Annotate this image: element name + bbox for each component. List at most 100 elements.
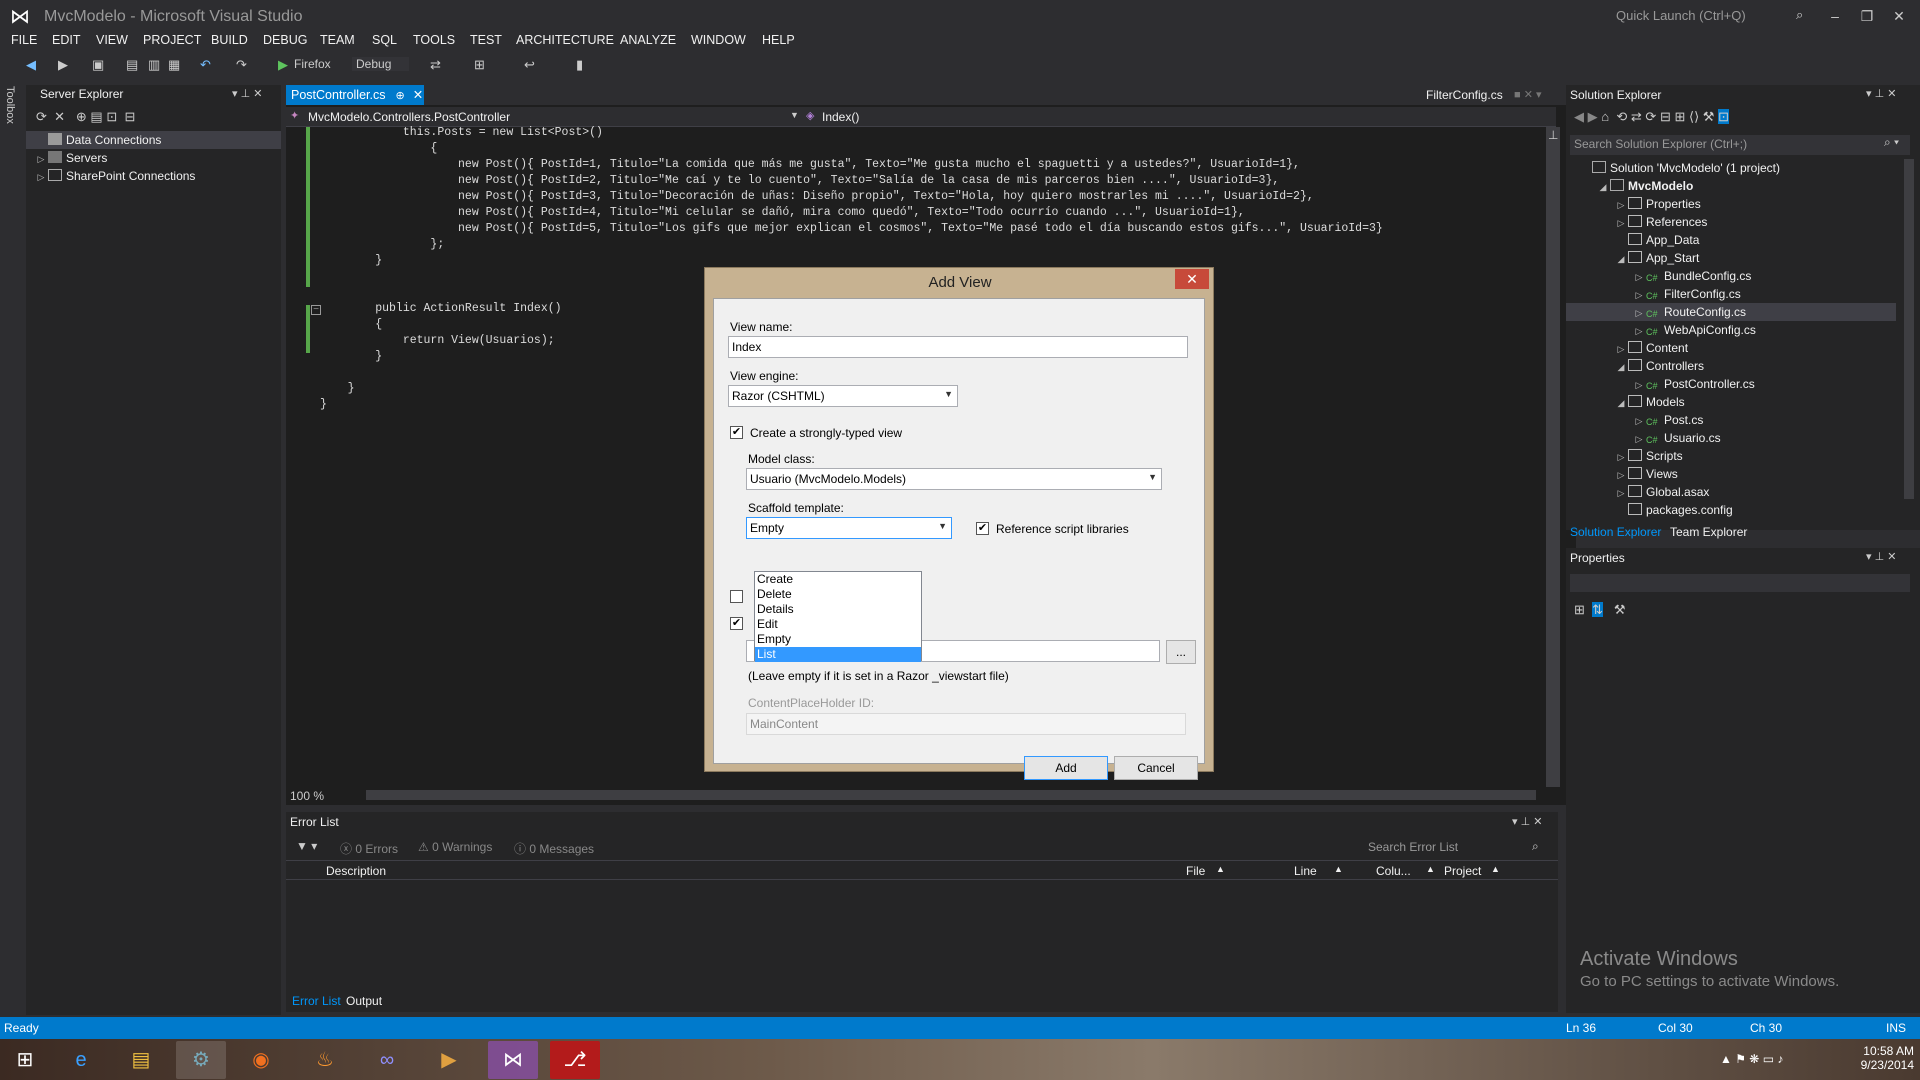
tab-postcontroller[interactable]: PostController.cs ⊕ ✕ bbox=[286, 85, 424, 105]
collapse-all-icon[interactable]: ⊟ bbox=[1660, 109, 1671, 124]
search-solution-explorer-input[interactable]: Search Solution Explorer (Ctrl+;) bbox=[1570, 135, 1910, 155]
back-icon[interactable]: ◀ bbox=[26, 57, 36, 73]
solution-tree-item[interactable]: Solution 'MvcModelo' (1 project) bbox=[1566, 159, 1896, 177]
solution-tree-item[interactable]: ▷ Properties bbox=[1566, 195, 1896, 213]
panel-controls-icon[interactable]: ▾ ⊥ ✕ bbox=[1512, 815, 1542, 828]
column-file[interactable]: File bbox=[1186, 864, 1205, 878]
panel-controls-icon[interactable]: ▾ ⊥ ✕ bbox=[1866, 87, 1896, 100]
solution-tree-item[interactable]: ▷ C# BundleConfig.cs bbox=[1566, 267, 1896, 285]
messages-filter-button[interactable]: ⓘ 0 Messages bbox=[510, 838, 598, 856]
search-icon[interactable]: ⌕ ▾ bbox=[1884, 135, 1899, 150]
vertical-scrollbar[interactable] bbox=[1546, 127, 1560, 787]
minimize-button[interactable]: ‒ bbox=[1820, 4, 1850, 28]
home-icon[interactable]: ⌂ bbox=[1601, 109, 1609, 124]
filter-icon[interactable]: ▼ ▾ bbox=[296, 839, 317, 853]
close-tab-icon[interactable]: ✕ bbox=[413, 88, 423, 102]
find-icon[interactable]: ⊞ bbox=[474, 57, 485, 73]
back-icon[interactable]: ◀ bbox=[1574, 109, 1584, 124]
reference-scripts-checkbox[interactable]: ✔ bbox=[976, 522, 989, 535]
solution-tree-item[interactable]: ▷ C# Post.cs bbox=[1566, 411, 1896, 429]
code-line[interactable]: new Post(){ PostId=2, Titulo="Me caí y t… bbox=[320, 173, 1530, 189]
undo-icon[interactable]: ↶ bbox=[200, 57, 211, 73]
expand-arrow-icon[interactable]: ▷ bbox=[1614, 196, 1628, 214]
panel-controls-icon[interactable]: ▾ ⊥ ✕ bbox=[1866, 550, 1896, 563]
file-explorer-icon[interactable]: ▤ bbox=[116, 1041, 166, 1079]
scaffold-option-empty[interactable]: Empty bbox=[755, 632, 921, 647]
warnings-filter-button[interactable]: ⚠ 0 Warnings bbox=[414, 838, 496, 856]
menu-edit[interactable]: EDIT bbox=[52, 33, 80, 47]
menu-file[interactable]: FILE bbox=[11, 33, 37, 47]
zoom-level[interactable]: 100 % bbox=[290, 789, 324, 803]
code-line[interactable]: new Post(){ PostId=1, Titulo="La comida … bbox=[320, 157, 1530, 173]
expand-arrow-icon[interactable]: ▷ bbox=[1632, 286, 1646, 304]
solution-tree-item[interactable]: ▷ References bbox=[1566, 213, 1896, 231]
menu-analyze[interactable]: ANALYZE bbox=[620, 33, 676, 47]
code-line[interactable]: { bbox=[320, 141, 1530, 157]
media-player-icon[interactable]: ▶ bbox=[424, 1041, 474, 1079]
sync-icon[interactable]: ⇄ bbox=[1631, 109, 1642, 124]
search-icon[interactable]: ⌕ bbox=[1532, 839, 1539, 854]
property-pages-icon[interactable]: ⚒ bbox=[1614, 602, 1626, 617]
scaffold-option-edit[interactable]: Edit bbox=[755, 617, 921, 632]
placeholder-id-input[interactable]: MainContent bbox=[746, 713, 1186, 735]
start-debugging-icon[interactable]: ▶ bbox=[278, 57, 288, 73]
properties-icon[interactable]: ⊟ bbox=[124, 109, 135, 124]
forward-icon[interactable]: ▶ bbox=[58, 57, 68, 73]
expand-arrow-icon[interactable]: ▷ bbox=[1614, 214, 1628, 232]
redo-icon[interactable]: ↷ bbox=[236, 57, 247, 73]
split-icon[interactable]: ⊥ bbox=[1548, 128, 1558, 142]
clock[interactable]: 10:58 AM 9/23/2014 bbox=[1848, 1044, 1914, 1072]
type-dropdown[interactable]: MvcModelo.Controllers.PostController bbox=[308, 110, 510, 124]
cancel-button[interactable]: Cancel bbox=[1114, 756, 1198, 780]
menu-build[interactable]: BUILD bbox=[211, 33, 248, 47]
tab-filterconfig[interactable]: FilterConfig.cs bbox=[1426, 88, 1503, 102]
panel-pin-icon[interactable]: ▾ ⊥ ✕ bbox=[232, 87, 262, 100]
search-icon[interactable]: ⌕ bbox=[1796, 7, 1803, 23]
menu-team[interactable]: TEAM bbox=[320, 33, 355, 47]
expand-arrow-icon[interactable]: ◢ bbox=[1614, 250, 1628, 268]
refresh-icon[interactable]: ⟳ bbox=[36, 109, 47, 124]
solution-tree-item[interactable]: ▷ Global.asax bbox=[1566, 483, 1896, 501]
solution-tree-item[interactable]: ▷ Scripts bbox=[1566, 447, 1896, 465]
solution-tree-item[interactable]: ▷ C# FilterConfig.cs bbox=[1566, 285, 1896, 303]
code-line[interactable]: }; bbox=[320, 237, 1530, 253]
expand-arrow-icon[interactable]: ◢ bbox=[1596, 178, 1610, 196]
comment-icon[interactable]: ↩ bbox=[524, 57, 535, 73]
pending-changes-icon[interactable]: ⟲ bbox=[1616, 109, 1627, 124]
solution-scrollbar[interactable] bbox=[1904, 159, 1914, 499]
system-tray-icons[interactable]: ▲ ⚑ ❋ ▭ ♪ bbox=[1720, 1052, 1783, 1066]
tab-team-explorer[interactable]: Team Explorer bbox=[1670, 525, 1747, 539]
expand-arrow-icon[interactable]: ▷ bbox=[1614, 466, 1628, 484]
internet-explorer-icon[interactable]: e bbox=[56, 1041, 106, 1079]
new-project-icon[interactable]: ▣ bbox=[92, 57, 104, 73]
alphabetical-icon[interactable]: ⇅ bbox=[1592, 602, 1604, 617]
add-button[interactable]: Add bbox=[1024, 756, 1108, 780]
solution-tree-item[interactable]: packages.config bbox=[1566, 501, 1896, 519]
expand-arrow-icon[interactable]: ▷ bbox=[1632, 268, 1646, 286]
connect-database-icon[interactable]: ⊕ bbox=[76, 109, 87, 124]
menu-window[interactable]: WINDOW bbox=[691, 33, 746, 47]
menu-tools[interactable]: TOOLS bbox=[413, 33, 455, 47]
bookmark-icon[interactable]: ▮ bbox=[576, 57, 583, 73]
app-icon[interactable]: ⚙ bbox=[176, 1041, 226, 1079]
solution-tree-item[interactable]: ▷ C# WebApiConfig.cs bbox=[1566, 321, 1896, 339]
scaffold-template-select[interactable]: Empty ▼ bbox=[746, 517, 952, 539]
save-icon[interactable]: ▥ bbox=[148, 57, 160, 73]
toolbox-strip[interactable]: Toolbox bbox=[0, 82, 24, 1012]
solution-tree-item[interactable]: ◢ App_Start bbox=[1566, 249, 1896, 267]
menu-architecture[interactable]: ARCHITECTURE bbox=[516, 33, 614, 47]
model-class-select[interactable]: Usuario (MvcModelo.Models) ▼ bbox=[746, 468, 1162, 490]
menu-sql[interactable]: SQL bbox=[372, 33, 397, 47]
expand-arrow-icon[interactable]: ▷ bbox=[1632, 412, 1646, 430]
view-engine-select[interactable]: Razor (CSHTML) ▼ bbox=[728, 385, 958, 407]
expand-arrow-icon[interactable]: ▷ bbox=[1614, 484, 1628, 502]
search-error-list-input[interactable]: Search Error List bbox=[1364, 838, 1554, 856]
attach-icon[interactable]: ⇄ bbox=[430, 57, 441, 73]
save-all-icon[interactable]: ▦ bbox=[168, 57, 180, 73]
expand-arrow-icon[interactable]: ▷ bbox=[1632, 322, 1646, 340]
scaffold-option-delete[interactable]: Delete bbox=[755, 587, 921, 602]
menu-view[interactable]: VIEW bbox=[96, 33, 128, 47]
member-dropdown[interactable]: Index() bbox=[822, 110, 859, 124]
code-line[interactable]: new Post(){ PostId=4, Titulo="Mi celular… bbox=[320, 205, 1530, 221]
scaffold-option-details[interactable]: Details bbox=[755, 602, 921, 617]
